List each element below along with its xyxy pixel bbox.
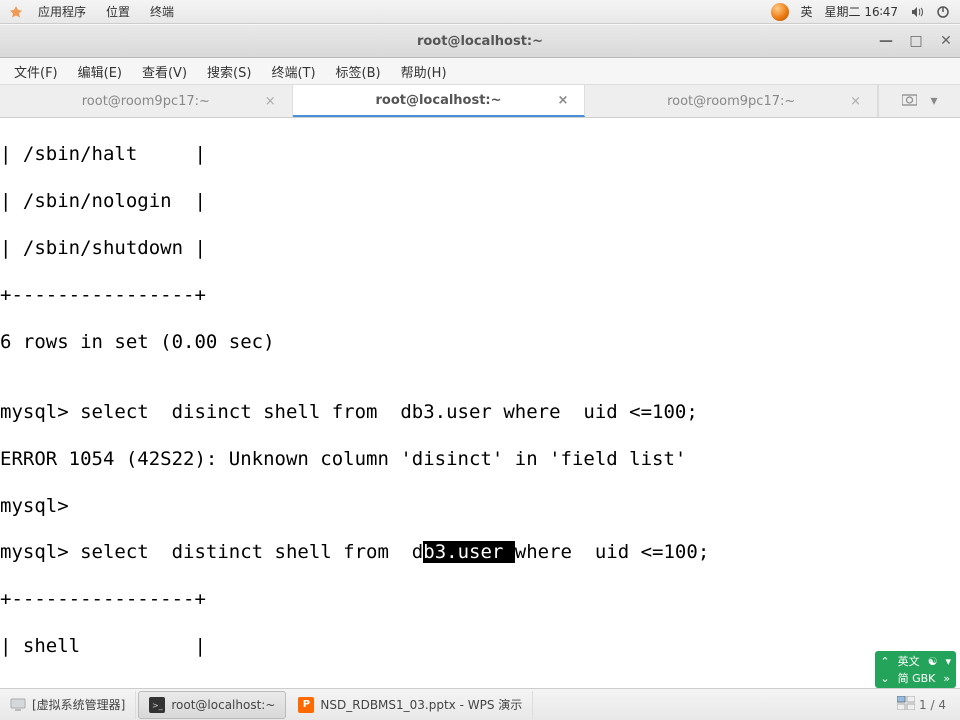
terminal-tab-1[interactable]: root@localhost:~ × [293, 85, 586, 117]
terminal-tab-2[interactable]: root@room9pc17:~ × [585, 85, 878, 117]
ime-lang[interactable]: 英文 [896, 653, 922, 669]
menu-file[interactable]: 文件(F) [4, 62, 68, 81]
menu-terminal[interactable]: 终端(T) [261, 62, 325, 81]
panel-notification-icon[interactable] [765, 3, 795, 21]
menu-view[interactable]: 查看(V) [132, 62, 197, 81]
terminal-line: ERROR 1054 (42S22): Unknown column 'disi… [0, 448, 960, 471]
panel-applications[interactable]: 应用程序 [28, 3, 96, 20]
ime-caret-icon[interactable]: ▾ [943, 655, 953, 668]
taskbar-label: NSD_RDBMS1_03.pptx - WPS 演示 [320, 696, 522, 713]
panel-places[interactable]: 位置 [96, 3, 140, 20]
tab-label: root@room9pc17:~ [667, 94, 795, 109]
terminal-line: | /sbin/shutdown | [0, 237, 960, 260]
monitor-icon [10, 697, 26, 713]
panel-input-method[interactable]: 英 [795, 3, 819, 20]
terminal-line: | /sbin/nologin | [0, 190, 960, 213]
ime-symbol-icon[interactable]: ☯ [926, 655, 940, 668]
terminal-line: +----------------+ [0, 284, 960, 307]
terminal-menubar: 文件(F) 编辑(E) 查看(V) 搜索(S) 终端(T) 标签(B) 帮助(H… [0, 58, 960, 85]
window-title: root@localhost:~ [417, 34, 543, 49]
text-cursor-ibeam: e [561, 541, 572, 563]
terminal-tabbar: root@room9pc17:~ × root@localhost:~ × ro… [0, 85, 960, 118]
close-button[interactable]: ✕ [938, 33, 954, 49]
tab-label: root@room9pc17:~ [82, 94, 210, 109]
terminal-line: | shell | [0, 635, 960, 658]
maximize-button[interactable]: □ [908, 33, 924, 49]
tab-close-icon[interactable]: × [557, 93, 568, 108]
terminal-selection: b3.user [423, 541, 515, 563]
taskbar-label: root@localhost:~ [171, 698, 275, 712]
terminal-line: +----------------+ [0, 588, 960, 611]
menu-tabs[interactable]: 标签(B) [326, 62, 391, 81]
svg-text:>_: >_ [152, 701, 164, 710]
panel-datetime[interactable]: 星期二 16∶47 [819, 3, 904, 20]
ime-encoding[interactable]: 简 GBK [896, 670, 938, 686]
terminal-tab-0[interactable]: root@room9pc17:~ × [0, 85, 293, 117]
terminal-line: mysql> select disinct shell from db3.use… [0, 401, 960, 424]
workspace-switcher[interactable]: 1 / 4 [883, 696, 960, 713]
panel-terminal[interactable]: 终端 [140, 3, 184, 20]
tabbar-utility: ▾ [878, 85, 960, 117]
menu-edit[interactable]: 编辑(E) [68, 62, 132, 81]
terminal-icon: >_ [149, 697, 165, 713]
wps-icon: P [298, 697, 314, 713]
tabbar-menu-dropdown[interactable]: ▾ [931, 93, 938, 109]
volume-icon[interactable] [904, 5, 930, 19]
tab-close-icon[interactable]: × [850, 94, 861, 109]
power-icon[interactable] [930, 5, 956, 19]
workspace-indicator: 1 / 4 [919, 698, 946, 712]
taskbar-label: [虚拟系统管理器] [32, 696, 125, 713]
activities-icon[interactable] [8, 4, 24, 20]
ime-arrow-icon[interactable]: » [941, 672, 952, 685]
tab-close-icon[interactable]: × [265, 94, 276, 109]
gnome-bottom-panel: [虚拟系统管理器] >_ root@localhost:~ P NSD_RDBM… [0, 688, 960, 720]
ime-up-icon[interactable]: ⌃ [878, 655, 891, 668]
terminal-line: mysql> [0, 495, 960, 518]
taskbar-item-wps[interactable]: P NSD_RDBMS1_03.pptx - WPS 演示 [288, 691, 533, 719]
tab-label: root@localhost:~ [375, 93, 501, 108]
workspace-grid-icon [897, 696, 915, 713]
ime-down-icon[interactable]: ⌄ [878, 672, 891, 685]
tabbar-camera-icon[interactable] [902, 93, 917, 110]
terminal-output[interactable]: | /sbin/halt | | /sbin/nologin | | /sbin… [0, 118, 960, 688]
minimize-button[interactable]: — [878, 33, 894, 49]
taskbar-item-vm-manager[interactable]: [虚拟系统管理器] [0, 691, 136, 719]
taskbar-item-terminal[interactable]: >_ root@localhost:~ [138, 691, 286, 719]
terminal-line: 6 rows in set (0.00 sec) [0, 331, 960, 354]
menu-search[interactable]: 搜索(S) [197, 62, 261, 81]
menu-help[interactable]: 帮助(H) [391, 62, 457, 81]
terminal-line: mysql> select distinct shell from db3.us… [0, 541, 960, 564]
terminal-line: | /sbin/halt | [0, 143, 960, 166]
window-titlebar[interactable]: root@localhost:~ — □ ✕ [0, 24, 960, 58]
ime-floating-panel[interactable]: ⌃ 英文 ☯▾ ⌄ 简 GBK» [875, 651, 956, 688]
gnome-top-panel: 应用程序 位置 终端 英 星期二 16∶47 [0, 0, 960, 24]
